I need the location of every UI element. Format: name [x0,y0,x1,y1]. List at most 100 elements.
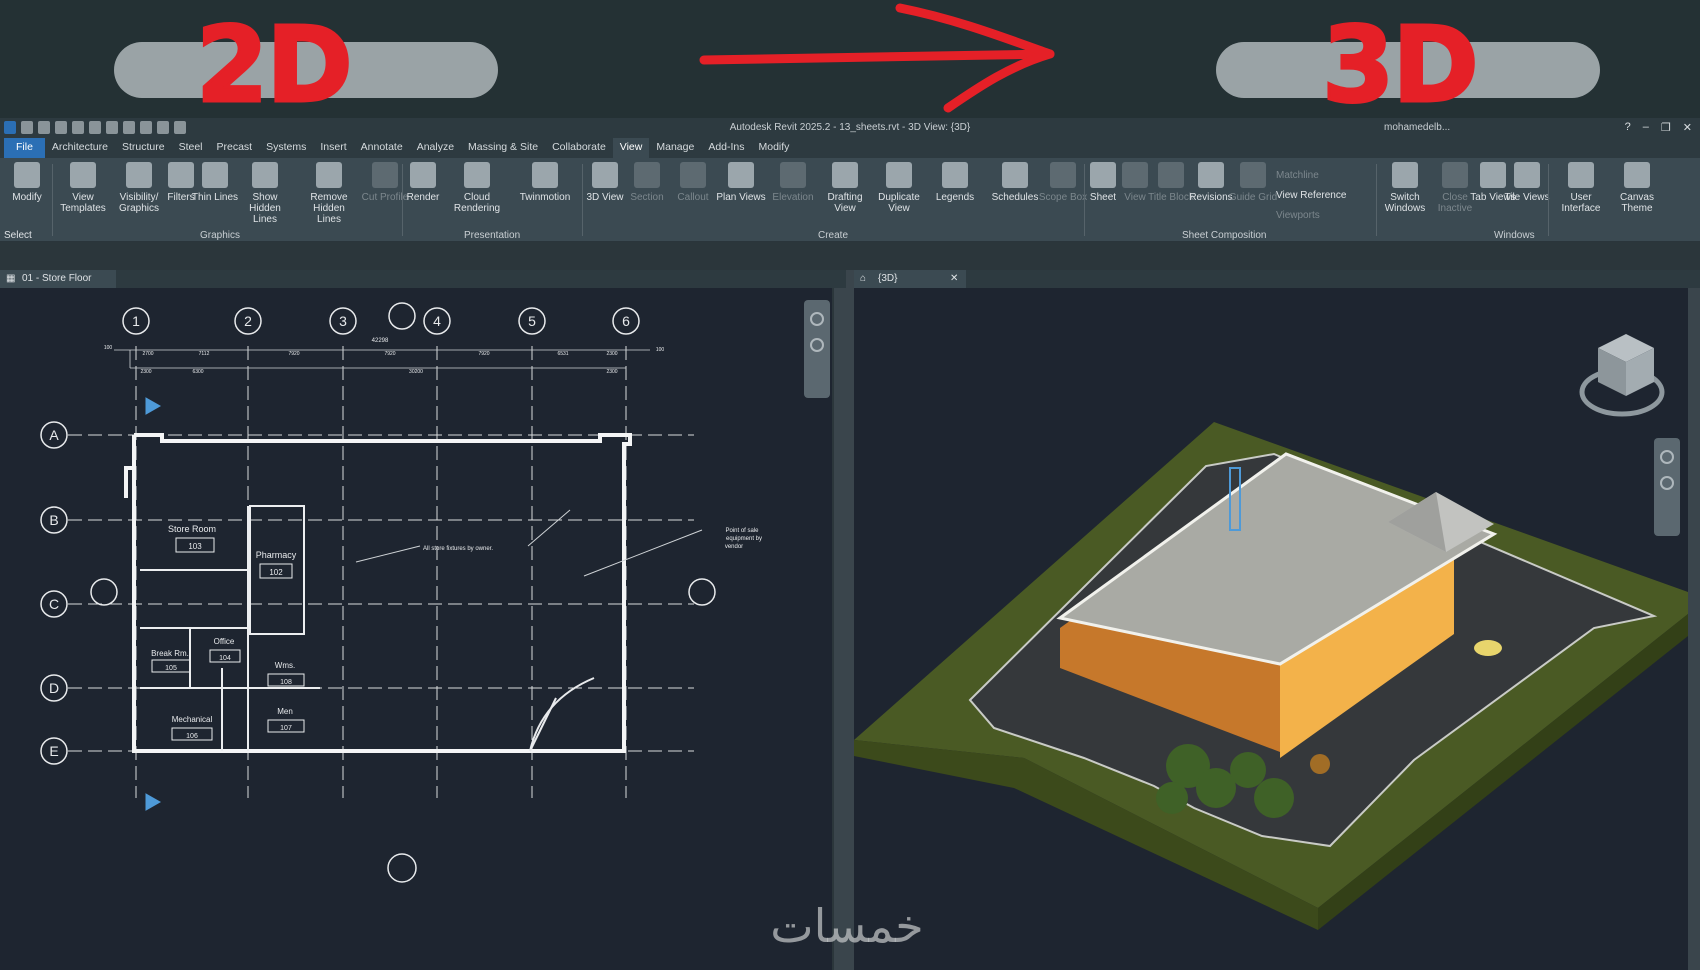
view-templates-button[interactable]: View Templates [56,162,110,214]
house-icon [592,162,618,188]
3d-view-canvas[interactable] [854,288,1688,970]
canvas-theme-icon [1624,162,1650,188]
grid-label-c: C [49,596,59,612]
tab-analyze[interactable]: Analyze [410,138,461,158]
steering-wheel-icon[interactable] [810,312,824,326]
tile-views-icon [1514,162,1540,188]
grid-label-6: 6 [622,313,630,329]
cloud-rendering-button[interactable]: Cloud Rendering [450,162,504,214]
floor-plan-icon: ▦ [6,273,16,284]
navigation-bar[interactable] [804,300,830,398]
thin-lines-button[interactable]: Thin Lines [188,162,242,203]
dim-second-0: 2300 [140,369,151,375]
screen: 2D 3D Autodesk Revit 2025.2 - 13_sheets.… [0,0,1700,970]
minimize-icon[interactable]: – [1643,121,1649,134]
room-name-pharmacy: Pharmacy [256,550,297,560]
ribbon-tabs: File Architecture Structure Steel Precas… [0,138,1700,158]
guide-grid-icon [1240,162,1266,188]
view-reference-button[interactable]: View Reference [1276,190,1346,201]
tab-view[interactable]: View [612,138,650,158]
3d-building-model [854,334,1688,930]
modify-button[interactable]: Modify [0,162,54,203]
label-3d: 3D [1321,4,1481,126]
grid-label-d: D [49,680,59,696]
cursor-icon [14,162,40,188]
label-2d: 2D [195,4,355,126]
tab-precast[interactable]: Precast [210,138,260,158]
grid-label-4: 4 [433,313,441,329]
thin-lines-icon [202,162,228,188]
user-account[interactable]: mohamedelb... [1384,122,1450,133]
view-tab-3d[interactable]: ⌂ {3D} ✕ [854,270,966,288]
plan-views-button[interactable]: Plan Views [714,162,768,203]
tab-insert[interactable]: Insert [313,138,353,158]
room-number-107: 107 [280,725,292,732]
view-cube-icon[interactable] [1579,334,1665,417]
user-interface-button[interactable]: User Interface [1554,162,1608,214]
render-button[interactable]: Render [396,162,450,203]
elevation-button[interactable]: Elevation [766,162,820,203]
plan-views-icon [728,162,754,188]
matchline-button[interactable]: Matchline [1276,170,1319,181]
close-icon[interactable]: ✕ [1683,121,1692,134]
panel-graphics: Graphics [200,230,241,241]
duplicate-view-icon [886,162,912,188]
legends-button[interactable]: Legends [928,162,982,203]
tab-architecture[interactable]: Architecture [45,138,115,158]
tab-file[interactable]: File [4,138,45,158]
tile-views-button[interactable]: Tile Views [1500,162,1554,203]
teapot-icon [410,162,436,188]
tab-steel[interactable]: Steel [172,138,210,158]
dim-top-4: 7920 [384,351,395,357]
tab-structure[interactable]: Structure [115,138,172,158]
callout-button[interactable]: Callout [666,162,720,203]
title-block-icon [1158,162,1184,188]
grid-label-e: E [49,743,58,759]
view-templates-icon [70,162,96,188]
twinmotion-button[interactable]: Twinmotion [518,162,572,203]
tab-massing-site[interactable]: Massing & Site [461,138,545,158]
tab-systems[interactable]: Systems [259,138,313,158]
show-hidden-lines-button[interactable]: Show Hidden Lines [238,162,292,225]
revisions-icon [1198,162,1224,188]
3d-zoom-icon[interactable] [1660,476,1674,490]
ribbon: Modify Select View Templates Visibility/… [0,158,1700,242]
help-icon[interactable]: ? [1625,121,1631,134]
panel-sheet-composition: Sheet Composition [1182,230,1267,241]
tab-manage[interactable]: Manage [649,138,701,158]
guide-grid-button[interactable]: Guide Grid [1226,162,1280,203]
3d-navigation-bar[interactable] [1654,438,1680,536]
schedules-icon [1002,162,1028,188]
close-view-icon[interactable]: ✕ [950,273,958,284]
tab-modify[interactable]: Modify [752,138,797,158]
view-tab-label: {3D} [878,273,898,284]
room-number-104: 104 [219,655,231,662]
remove-hidden-lines-icon [316,162,342,188]
tab-annotate[interactable]: Annotate [354,138,410,158]
viewports-button[interactable]: Viewports [1276,210,1320,221]
remove-hidden-lines-button[interactable]: Remove Hidden Lines [302,162,356,225]
view-splitter[interactable] [846,270,854,970]
note-sale-line-1: Point of sale [725,528,759,534]
show-hidden-lines-icon [252,162,278,188]
tab-add-ins[interactable]: Add-Ins [701,138,751,158]
schedules-button[interactable]: Schedules [988,162,1042,203]
room-number-105: 105 [165,665,177,672]
canvas-theme-button[interactable]: Canvas Theme [1610,162,1664,214]
select-dropdown[interactable]: Select [4,230,32,241]
room-name-men: Men [277,707,293,716]
3d-scrollbar[interactable] [1688,288,1700,970]
view-tab-store-floor[interactable]: ▦ 01 - Store Floor [0,270,116,288]
3d-steering-wheel-icon[interactable] [1660,450,1674,464]
switch-windows-button[interactable]: Switch Windows [1378,162,1432,214]
zoom-icon[interactable] [810,338,824,352]
plan-scrollbar[interactable] [834,288,846,970]
duplicate-view-button[interactable]: Duplicate View [872,162,926,214]
dim-top-1: 2700 [142,351,153,357]
drafting-view-button[interactable]: Drafting View [818,162,872,214]
tab-collaborate[interactable]: Collaborate [545,138,613,158]
floor-plan-canvas[interactable]: 1 2 3 4 5 6 A B C D E 42298 100 2700 711… [0,288,832,970]
restore-icon[interactable]: ❐ [1661,121,1671,134]
house-tab-icon: ⌂ [860,273,867,284]
dim-second-1: 6300 [192,369,203,375]
